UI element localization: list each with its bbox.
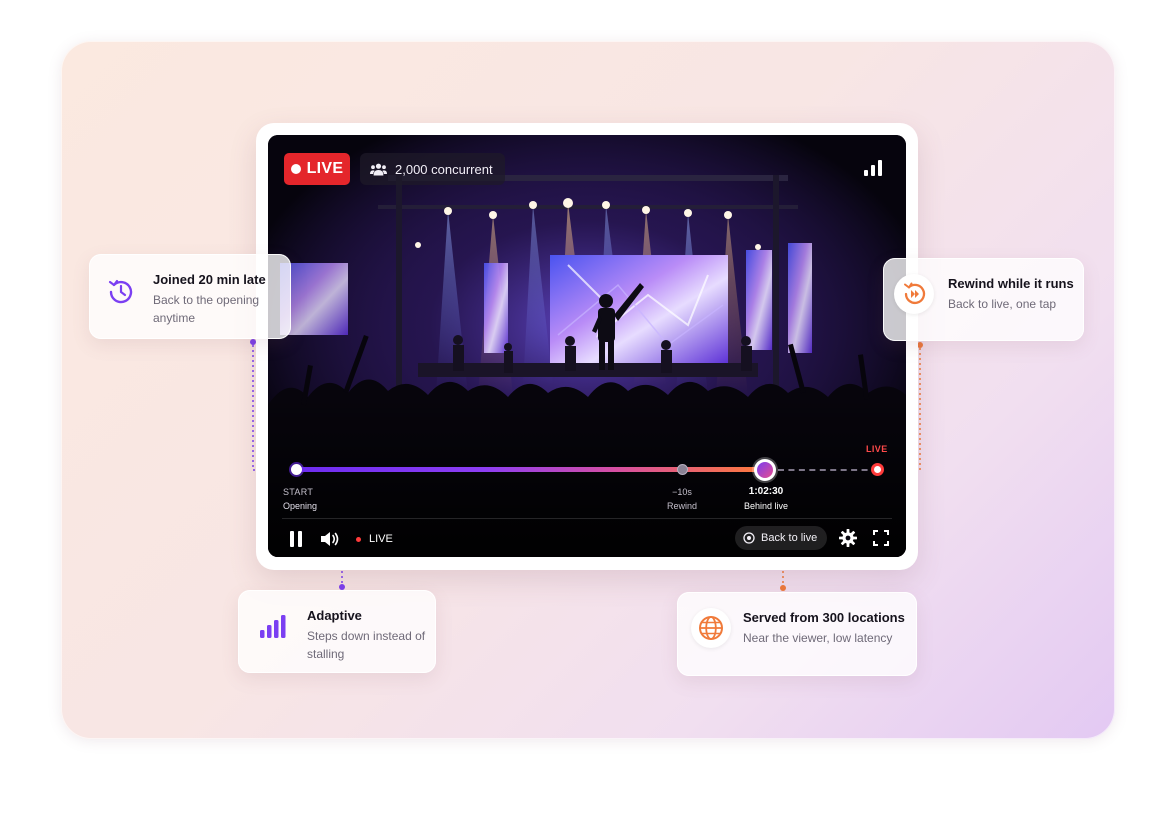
rewind-marker[interactable] [677,464,688,475]
callout-adaptive: Adaptive Steps down instead of stalling [238,590,436,673]
rewind-sub-label: Rewind [666,501,697,511]
callout-served-title: Served from 300 locations [743,610,905,625]
callout-joined-late: Joined 20 min late Back to the opening a… [89,254,291,339]
back-to-live-button[interactable]: Back to live [735,526,828,550]
player-frame: LIVE 2,000 concurrent LIVE START Opening… [256,123,918,570]
timeline-live-edge-label: LIVE [866,444,888,454]
live-gap-track [778,469,878,471]
signal-strength-icon[interactable] [864,160,882,181]
position-time: 1:02:30 [748,486,784,497]
rewind-play-icon [894,274,934,314]
seek-thumb-core [757,462,773,478]
fullscreen-button[interactable] [870,527,892,549]
callout-joined-desc: Back to the opening anytime [153,293,260,325]
callout-served: Served from 300 locations Near the viewe… [677,592,917,676]
seek-bar-progress [297,467,765,472]
gear-icon [839,529,857,547]
callout-adaptive-title: Adaptive [307,608,362,623]
seek-bar[interactable] [268,459,906,481]
callout-rewind-desc: Back to live, one tap [948,297,1057,311]
callout-joined-title: Joined 20 min late [153,272,266,287]
video-player[interactable]: LIVE 2,000 concurrent LIVE START Opening… [268,135,906,557]
start-label: START [283,487,314,497]
callout-rewind: Rewind while it runs Back to live, one t… [883,258,1084,341]
pause-button[interactable] [286,527,306,551]
rewind-label-group: −10s Rewind [652,485,712,513]
back-to-live-label: Back to live [761,532,818,544]
live-indicator[interactable]: LIVE [356,531,393,547]
concurrent-viewers-pill: 2,000 concurrent [360,153,505,185]
users-icon [370,163,387,175]
concurrent-count: 2,000 concurrent [395,161,493,177]
start-marker[interactable] [291,464,302,475]
volume-icon [321,532,339,546]
live-indicator-label: LIVE [369,533,393,545]
volume-button[interactable] [318,527,342,551]
concert-video-frame[interactable] [268,135,906,557]
callout-served-desc: Near the viewer, low latency [743,631,893,645]
bars-icon [252,607,292,647]
live-indicator-dot-icon [356,536,361,542]
settings-button[interactable] [837,527,859,549]
callout-adaptive-desc: Steps down instead of stalling [307,629,426,661]
start-label-group: START Opening [283,485,317,513]
seek-thumb[interactable] [754,459,776,481]
fullscreen-icon [873,530,889,546]
pause-icon [290,531,302,547]
rewind-label: −10s [672,487,692,497]
position-label-group: 1:02:30 Behind live [731,485,801,513]
live-badge: LIVE [284,153,350,185]
position-sub-label: Behind live [743,501,789,511]
controls-divider [282,518,892,519]
target-icon [743,532,755,544]
player-controls: LIVE Back to live [268,523,906,553]
start-sub-label: Opening [283,501,318,511]
globe-icon [691,608,731,648]
concert-scene-image [268,135,906,557]
live-badge-label: LIVE [306,160,344,177]
live-edge-marker[interactable] [871,463,884,476]
live-dot-icon [290,164,301,174]
callout-rewind-title: Rewind while it runs [948,276,1074,291]
clock-rewind-icon [101,272,141,312]
